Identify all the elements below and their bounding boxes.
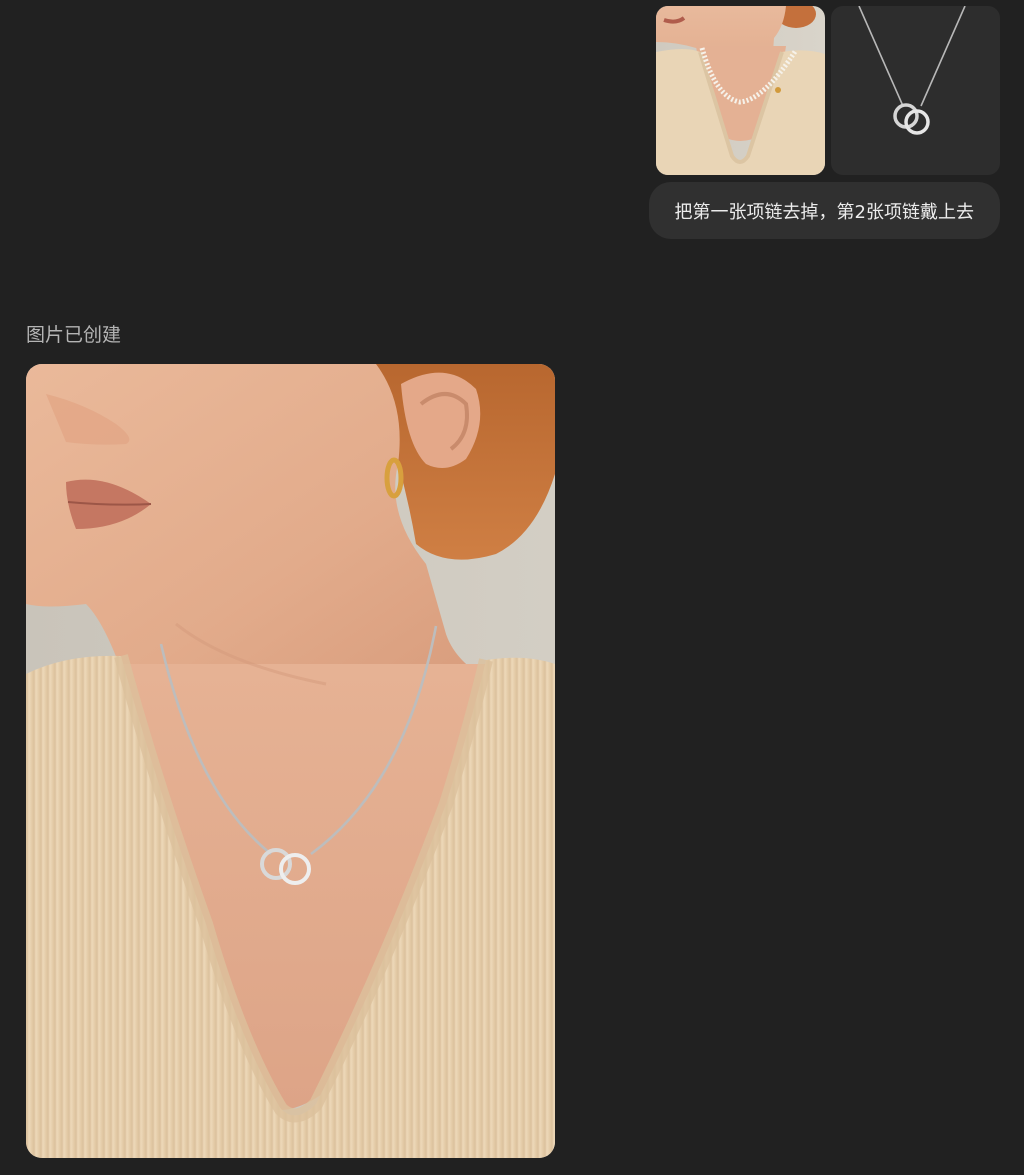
- chat-page: 把第一张项链去掉，第2张项链戴上去 图片已创建: [0, 0, 1024, 1175]
- user-message-bubble: 把第一张项链去掉，第2张项链戴上去: [648, 182, 1000, 239]
- image-created-status: 图片已创建: [26, 324, 122, 346]
- attachment-thumbnail-pearl-necklace[interactable]: [656, 6, 825, 175]
- attachment-thumbnail-ring-pendant[interactable]: [831, 6, 1000, 175]
- generated-image[interactable]: [26, 364, 555, 1158]
- user-message-text: 把第一张项链去掉，第2张项链戴上去: [674, 201, 974, 223]
- user-attachments: [656, 6, 1000, 175]
